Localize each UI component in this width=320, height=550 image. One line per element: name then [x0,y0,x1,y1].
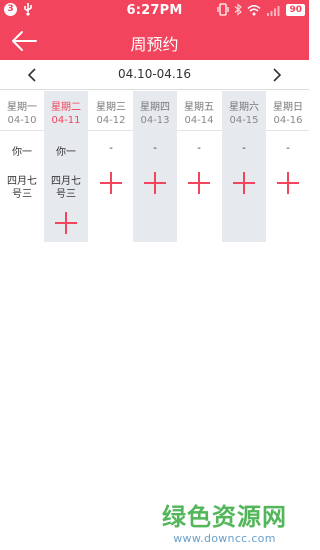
day-column-6: 星期六 04-15 - [222,91,266,242]
slot-first[interactable]: - [133,143,177,154]
bluetooth-icon [235,3,243,16]
week-schedule-grid: 星期一 04-10 你一 四月七号三 星期二 04-11 你一 四月七号三 星期三 04-12- 星… [0,91,309,242]
slot-first[interactable]: 你一 [0,143,44,158]
slot-second[interactable]: 四月七号三 [0,175,44,201]
day-name: 星期日 [273,102,303,113]
day-date: 04-10 [7,115,37,126]
week-range: 04.10-04.16 [117,67,192,81]
slot-first[interactable]: - [89,143,133,154]
add-appointment-icon[interactable] [233,172,255,194]
battery-icon: 90 [286,3,305,16]
signal-icon [267,5,280,16]
day-column-7: 星期日 04-16 - [266,91,310,242]
day-date: 04-14 [184,115,214,126]
day-name: 星期四 [140,102,170,113]
day-name: 星期六 [229,102,259,113]
day-column-2: 星期二 04-11 你一四月七号三 [44,91,88,242]
watermark-title: 绿色资源网 [162,503,287,531]
day-column-1: 星期一 04-10 你一四月七号三 [0,91,44,242]
slot-first[interactable]: - [266,143,310,154]
slot-first[interactable]: - [222,143,266,154]
day-column-4: 星期四 04-13 - [133,91,177,242]
day-column-5: 星期五 04-14 - [177,91,221,242]
slot-first[interactable]: 你一 [44,143,88,158]
status-right: 90 [217,3,305,16]
day-date: 04-11 [51,115,81,126]
day-date: 04-13 [140,115,170,126]
title-bar: 周预约 [0,22,309,60]
page-title: 周预约 [130,35,179,54]
day-name: 星期三 [96,102,126,113]
add-appointment-icon[interactable] [55,212,77,234]
add-appointment-icon[interactable] [277,172,299,194]
status-bar: 3 6:27PM 90 [0,0,309,22]
chevron-right-icon[interactable] [267,66,285,84]
add-appointment-icon[interactable] [100,172,122,194]
day-date: 04-16 [273,115,303,126]
day-name: 星期一 [7,102,37,113]
day-name: 星期五 [184,102,214,113]
slot-first[interactable]: - [177,143,221,154]
watermark-url: www.downcc.com [173,532,276,545]
day-column-3: 星期三 04-12 - [89,91,133,242]
day-date: 04-15 [229,115,259,126]
day-date: 04-12 [96,115,126,126]
watermark-logo: 绿色资源网 www.downcc.com [162,497,287,545]
day-name: 星期二 [51,102,81,113]
slot-second[interactable]: 四月七号三 [44,175,88,201]
week-navigator: 04.10-04.16 [0,60,309,90]
add-appointment-icon[interactable] [144,172,166,194]
wifi-icon [247,4,261,15]
vibrate-icon [217,3,230,16]
add-appointment-icon[interactable] [188,172,210,194]
